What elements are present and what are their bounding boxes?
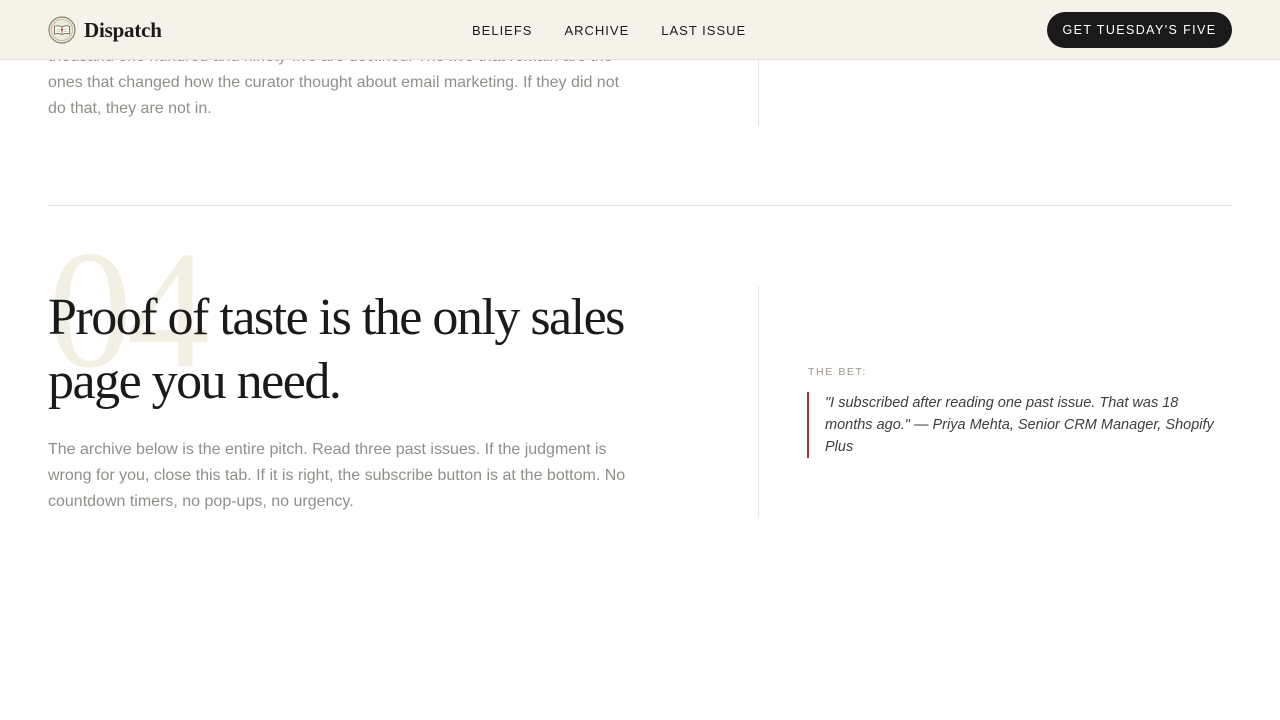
site-header: Dispatch BELIEFS ARCHIVE LAST ISSUE GET … (0, 0, 1280, 60)
nav-archive[interactable]: ARCHIVE (564, 23, 629, 38)
nav-beliefs[interactable]: BELIEFS (472, 23, 532, 38)
get-tuesdays-five-button[interactable]: GET TUESDAY'S FIVE (1047, 12, 1232, 48)
brand-link[interactable]: Dispatch (48, 16, 162, 44)
nav-last-issue[interactable]: LAST ISSUE (661, 23, 746, 38)
brand-name: Dispatch (84, 18, 162, 42)
page: Dispatch BELIEFS ARCHIVE LAST ISSUE GET … (0, 0, 1280, 720)
previous-section-column-divider (758, 60, 759, 126)
main-nav: BELIEFS ARCHIVE LAST ISSUE (472, 0, 746, 60)
column-divider (758, 286, 759, 517)
testimonial-quote: "I subscribed after reading one past iss… (807, 392, 1217, 458)
section-divider (48, 205, 1232, 206)
open-book-seal-icon (48, 16, 76, 44)
section-body: The archive below is the entire pitch. R… (48, 441, 626, 510)
aside-label: THE BET: (808, 366, 867, 378)
section-headline: Proof of taste is the only sales page yo… (48, 289, 625, 410)
